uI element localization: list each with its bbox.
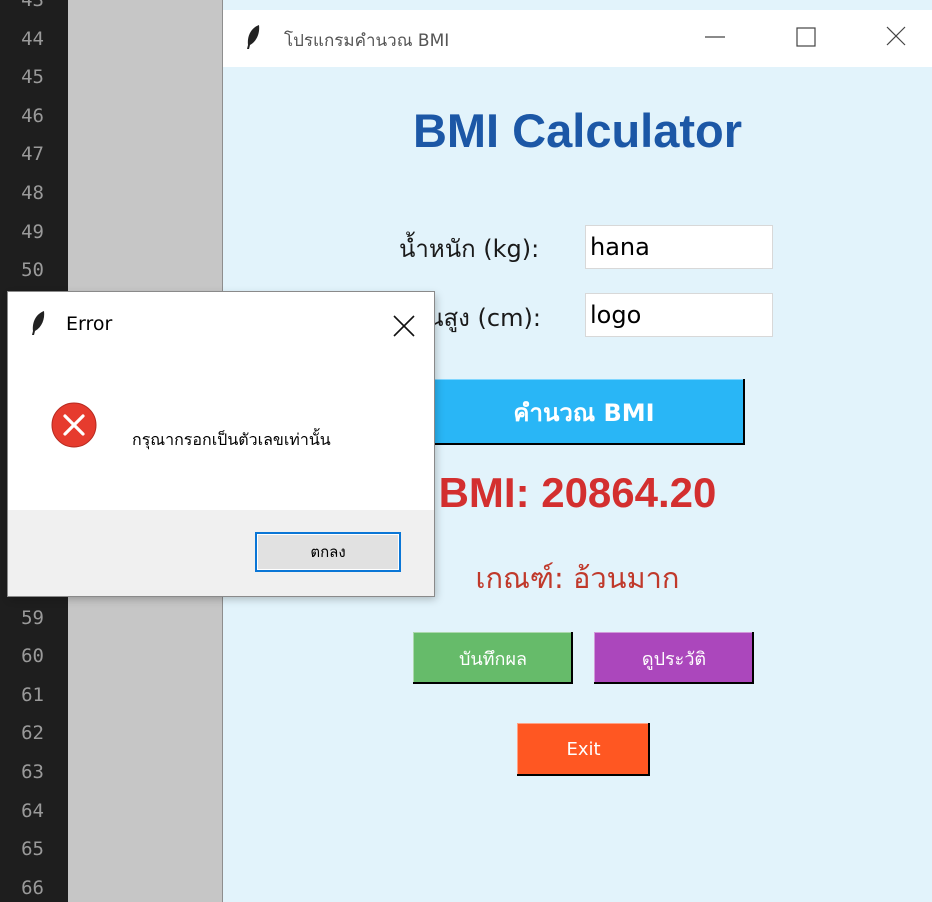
minimize-icon[interactable] [701, 24, 731, 50]
error-message: กรุณากรอกเป็นตัวเลขเท่านั้น [132, 430, 331, 449]
exit-button[interactable]: Exit [517, 723, 650, 776]
save-result-button[interactable]: บันทึกผล [413, 632, 573, 684]
line-number: 45 [21, 66, 44, 89]
error-icon [51, 402, 97, 448]
line-number: 48 [21, 182, 44, 204]
line-number: 47 [21, 143, 44, 166]
line-number: 44 [21, 27, 44, 50]
line-number: 60 [21, 645, 44, 668]
dialog-title: Error [66, 313, 113, 335]
line-number: 64 [21, 799, 44, 822]
calculate-bmi-button[interactable]: คำนวณ BMI [423, 379, 745, 445]
error-dialog: Error กรุณากรอกเป็นตัวเลขเท่านั้น ตกลง [8, 292, 434, 596]
line-number: 46 [21, 104, 44, 127]
line-number: 49 [21, 220, 44, 243]
dialog-footer: ตกลง [8, 510, 434, 596]
ok-button[interactable]: ตกลง [255, 532, 401, 572]
window-title: โปรแกรมคำนวณ BMI [284, 31, 450, 51]
line-number: 65 [21, 838, 44, 861]
weight-label: น้ำหนัก (kg): [399, 235, 540, 263]
line-number: 59 [21, 606, 44, 629]
line-number: 62 [21, 722, 44, 745]
weight-input[interactable] [585, 225, 773, 269]
close-icon[interactable] [881, 24, 911, 50]
line-number: 66 [21, 876, 44, 899]
app-heading: BMI Calculator [412, 104, 743, 157]
line-number: 43 [21, 0, 44, 11]
window-titlebar[interactable]: โปรแกรมคำนวณ BMI [223, 10, 932, 67]
line-number: 63 [21, 761, 44, 783]
line-number: 50 [21, 259, 44, 282]
dialog-titlebar[interactable]: Error [8, 292, 434, 356]
line-number: 61 [21, 683, 44, 706]
feather-icon [30, 310, 46, 340]
maximize-icon[interactable] [791, 24, 821, 50]
close-icon[interactable] [390, 312, 418, 340]
view-history-button[interactable]: ดูประวัติ [594, 632, 754, 684]
feather-icon [245, 24, 261, 54]
height-input[interactable] [585, 293, 773, 337]
